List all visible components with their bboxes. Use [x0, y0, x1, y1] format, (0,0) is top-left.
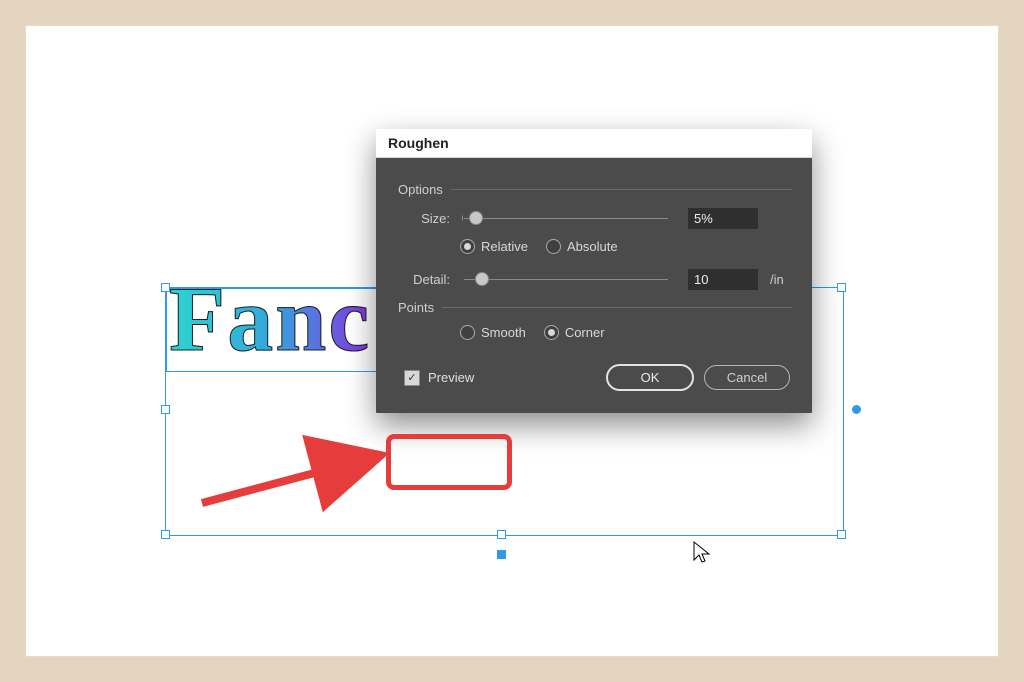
selection-handle[interactable]	[497, 530, 506, 539]
smooth-radio[interactable]: Smooth	[460, 325, 526, 340]
corner-label: Corner	[565, 325, 605, 340]
smooth-label: Smooth	[481, 325, 526, 340]
mouse-cursor-icon	[692, 540, 712, 566]
preview-checkbox[interactable]: ✓ Preview	[404, 370, 508, 386]
radio-dot-icon	[546, 239, 561, 254]
annotation-highlight	[386, 434, 512, 490]
corner-radio[interactable]: Corner	[544, 325, 605, 340]
selection-handle[interactable]	[161, 283, 170, 292]
points-section-label: Points	[398, 300, 434, 315]
detail-row: Detail: /in	[404, 268, 792, 290]
selection-handle[interactable]	[837, 283, 846, 292]
radio-dot-icon	[544, 325, 559, 340]
radio-dot-icon	[460, 325, 475, 340]
detail-unit: /in	[770, 272, 792, 287]
section-divider	[442, 307, 792, 308]
preview-label: Preview	[428, 370, 474, 385]
selection-handle[interactable]	[161, 405, 170, 414]
detail-slider[interactable]	[458, 268, 674, 290]
radio-dot-icon	[460, 239, 475, 254]
artwork-text: Fanc	[169, 276, 371, 363]
section-divider	[451, 189, 792, 190]
size-slider[interactable]	[458, 207, 674, 229]
selection-rotate-handle[interactable]	[852, 405, 861, 414]
selection-handle[interactable]	[161, 530, 170, 539]
detail-label: Detail:	[404, 272, 450, 287]
roughen-dialog: Roughen Options Size: Rela	[376, 129, 812, 413]
selection-handle[interactable]	[837, 530, 846, 539]
size-row: Size:	[404, 207, 792, 229]
dialog-title[interactable]: Roughen	[376, 129, 812, 158]
relative-label: Relative	[481, 239, 528, 254]
options-section-label: Options	[398, 182, 443, 197]
absolute-label: Absolute	[567, 239, 618, 254]
cancel-button[interactable]: Cancel	[704, 365, 790, 390]
checkmark-icon: ✓	[404, 370, 420, 386]
absolute-radio[interactable]: Absolute	[546, 239, 618, 254]
detail-input[interactable]	[688, 269, 758, 290]
size-label: Size:	[404, 211, 450, 226]
relative-radio[interactable]: Relative	[460, 239, 528, 254]
size-input[interactable]	[688, 208, 758, 229]
selection-center-handle[interactable]	[497, 550, 506, 559]
annotation-arrow-icon	[194, 433, 410, 519]
ok-button[interactable]: OK	[606, 364, 694, 391]
